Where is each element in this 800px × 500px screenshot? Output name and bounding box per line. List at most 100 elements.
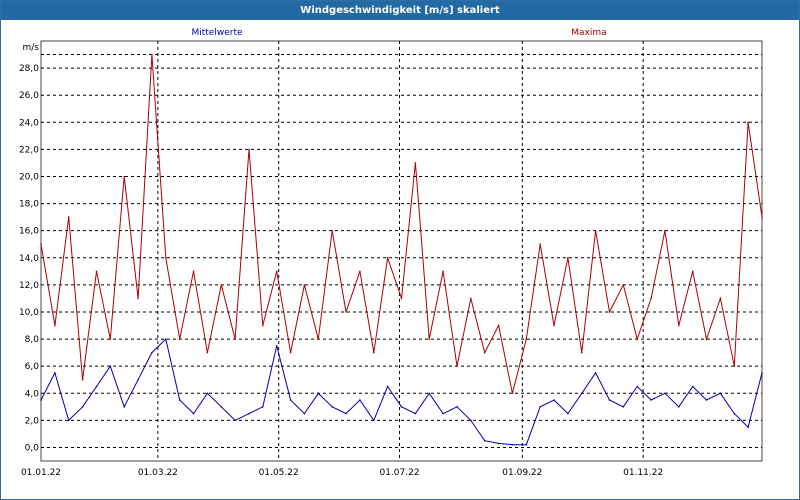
data-point-mittelwerte	[483, 439, 486, 442]
y-tick-label: 6,0	[25, 362, 40, 372]
data-point-maxima	[705, 338, 708, 340]
data-point-mittelwerte	[719, 392, 722, 395]
y-tick-label: 18,0	[19, 200, 39, 210]
data-point-mittelwerte	[303, 412, 306, 415]
data-point-maxima	[67, 216, 70, 218]
data-point-mittelwerte	[581, 392, 583, 395]
data-point-maxima	[747, 121, 749, 124]
data-point-maxima	[567, 257, 569, 259]
data-point-mittelwerte	[359, 399, 361, 401]
data-point-mittelwerte	[608, 399, 611, 401]
data-point-mittelwerte	[400, 406, 403, 408]
data-point-mittelwerte	[525, 443, 528, 446]
data-point-mittelwerte	[622, 406, 625, 408]
y-tick-label: 24,0	[19, 118, 39, 128]
data-point-maxima	[539, 243, 541, 245]
data-point-maxima	[511, 392, 514, 395]
data-point-maxima	[81, 378, 84, 381]
data-point-mittelwerte	[220, 406, 223, 408]
data-point-maxima	[456, 365, 458, 368]
data-point-mittelwerte	[594, 372, 597, 374]
data-point-mittelwerte	[248, 412, 250, 415]
data-point-mittelwerte	[54, 372, 56, 374]
data-point-maxima	[234, 338, 236, 340]
data-point-maxima	[289, 351, 292, 354]
window-title: Windgeschwindigkeit [m/s] skaliert	[1, 1, 799, 20]
data-point-maxima	[220, 284, 223, 286]
data-point-maxima	[733, 365, 736, 368]
data-point-mittelwerte	[262, 406, 264, 408]
data-point-mittelwerte	[747, 426, 749, 428]
data-point-mittelwerte	[761, 372, 763, 374]
data-point-maxima	[622, 284, 625, 286]
data-point-mittelwerte	[636, 385, 638, 388]
data-point-maxima	[359, 270, 361, 273]
data-point-mittelwerte	[289, 399, 292, 401]
data-point-mittelwerte	[206, 392, 209, 395]
y-tick-label: 14,0	[19, 254, 39, 264]
data-point-maxima	[483, 351, 486, 354]
x-axis-ticks: 01.01.22 01.03.22 01.05.22 01.07.22 01.09.22…	[21, 468, 663, 478]
data-point-maxima	[303, 284, 306, 286]
data-point-maxima	[151, 53, 153, 56]
y-tick-label: 16,0	[19, 227, 39, 237]
x-tick-label: 01.07.22	[379, 468, 419, 478]
y-tick-label: 4,0	[25, 389, 40, 399]
data-point-maxima	[650, 297, 652, 300]
data-point-maxima	[248, 148, 250, 151]
y-tick-label: 0,0	[25, 443, 40, 453]
y-tick-label: 8,0	[25, 335, 40, 345]
data-point-mittelwerte	[178, 399, 181, 401]
data-point-mittelwerte	[317, 392, 320, 395]
data-point-maxima	[165, 257, 167, 259]
y-tick-label: 28,0	[19, 64, 39, 74]
data-point-mittelwerte	[151, 351, 153, 354]
data-point-mittelwerte	[664, 392, 666, 395]
y-tick-label: 20,0	[19, 172, 39, 182]
data-point-maxima	[664, 229, 666, 232]
data-point-mittelwerte	[705, 399, 708, 401]
data-point-mittelwerte	[414, 412, 417, 415]
data-point-mittelwerte	[95, 385, 98, 388]
data-point-maxima	[178, 338, 181, 340]
data-point-maxima	[678, 324, 680, 327]
x-tick-label: 01.09.22	[502, 468, 542, 478]
data-point-maxima	[414, 162, 417, 164]
data-point-maxima	[525, 338, 528, 340]
chart-window: Windgeschwindigkeit [m/s] skaliert Mitte…	[0, 0, 800, 500]
data-point-maxima	[206, 351, 209, 354]
data-point-maxima	[428, 338, 431, 340]
data-point-mittelwerte	[428, 392, 431, 395]
data-point-mittelwerte	[567, 412, 569, 415]
data-point-maxima	[581, 351, 583, 354]
data-point-mittelwerte	[650, 399, 652, 401]
x-tick-label: 01.11.22	[623, 468, 663, 478]
data-point-mittelwerte	[192, 412, 195, 415]
y-tick-label: 22,0	[19, 145, 39, 155]
data-point-maxima	[497, 324, 500, 327]
data-point-mittelwerte	[234, 419, 236, 422]
data-point-maxima	[691, 270, 694, 273]
data-point-maxima	[275, 270, 278, 273]
data-point-maxima	[442, 270, 444, 273]
data-point-mittelwerte	[733, 412, 736, 415]
data-point-maxima	[331, 229, 334, 232]
data-point-mittelwerte	[691, 385, 694, 388]
data-point-mittelwerte	[442, 412, 444, 415]
data-point-maxima	[400, 297, 403, 300]
data-point-maxima	[470, 297, 472, 300]
x-tick-label: 01.03.22	[138, 468, 178, 478]
data-point-maxima	[594, 229, 597, 232]
data-point-maxima	[54, 324, 56, 327]
data-point-maxima	[373, 351, 375, 354]
data-point-maxima	[761, 216, 763, 218]
data-point-mittelwerte	[123, 406, 125, 408]
data-point-maxima	[317, 338, 320, 340]
data-point-mittelwerte	[678, 406, 680, 408]
data-point-mittelwerte	[373, 419, 375, 422]
data-point-maxima	[109, 338, 112, 340]
data-point-mittelwerte	[553, 399, 555, 401]
wind-speed-chart: Mittelwerte Maxima m/s 0,0 2,0 4,0 6,0 8,0 10…	[19, 28, 763, 478]
data-point-maxima	[719, 297, 722, 300]
data-point-maxima	[608, 311, 611, 313]
